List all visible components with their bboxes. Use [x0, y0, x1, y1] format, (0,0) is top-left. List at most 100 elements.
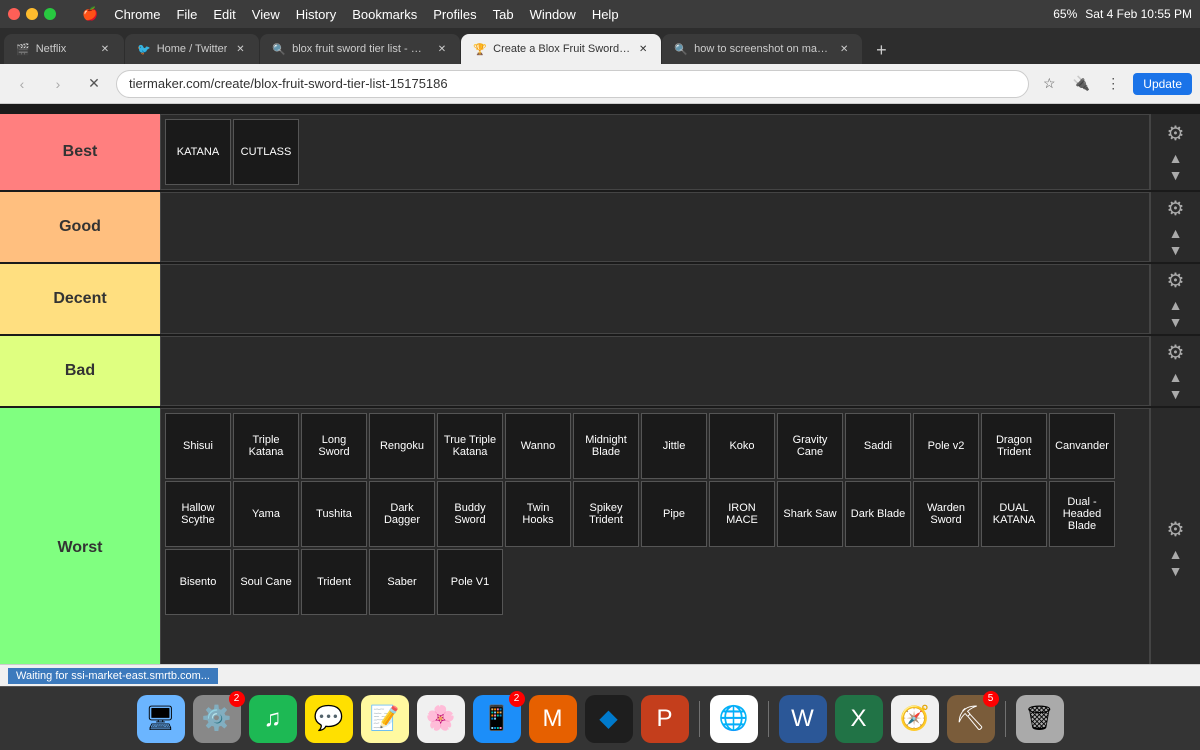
item-saber[interactable]: Saber: [369, 549, 435, 615]
tier-content-decent[interactable]: [160, 264, 1150, 334]
menu-help[interactable]: Help: [592, 7, 619, 22]
minimize-button[interactable]: [26, 8, 38, 20]
item-soul-cane[interactable]: Soul Cane: [233, 549, 299, 615]
dock-vscode[interactable]: ◆: [585, 695, 633, 743]
tab-netflix-close[interactable]: ✕: [98, 42, 112, 56]
settings-icon-best[interactable]: ⚙: [1167, 121, 1185, 146]
item-triple-katana[interactable]: Triple Katana: [233, 413, 299, 479]
menu-icon[interactable]: ⋮: [1101, 72, 1125, 96]
close-button[interactable]: [8, 8, 20, 20]
new-tab-button[interactable]: +: [867, 36, 895, 64]
item-dragon-trident[interactable]: Dragon Trident: [981, 413, 1047, 479]
dock-powerpoint[interactable]: P: [641, 695, 689, 743]
tab-netflix[interactable]: 🎬 Netflix ✕: [4, 34, 124, 64]
item-dark-blade[interactable]: Dark Blade: [845, 481, 911, 547]
forward-button[interactable]: ›: [44, 70, 72, 98]
apple-icon[interactable]: 🍎: [82, 6, 98, 22]
item-dual-katana[interactable]: DUAL KATANA: [981, 481, 1047, 547]
tab-tiermaker[interactable]: 🏆 Create a Blox Fruit Sword Tier... ✕: [461, 34, 661, 64]
settings-icon-bad[interactable]: ⚙: [1167, 340, 1185, 365]
menu-view[interactable]: View: [252, 7, 280, 22]
menu-bookmarks[interactable]: Bookmarks: [352, 7, 417, 22]
tab-screenshot[interactable]: 🔍 how to screenshot on mac - G... ✕: [662, 34, 862, 64]
maximize-button[interactable]: [44, 8, 56, 20]
down-arrow-good[interactable]: ▼: [1169, 242, 1183, 259]
item-spikey-trident[interactable]: Spikey Trident: [573, 481, 639, 547]
item-warden-sword[interactable]: Warden Sword: [913, 481, 979, 547]
menu-window[interactable]: Window: [530, 7, 576, 22]
item-midnight-blade[interactable]: Midnight Blade: [573, 413, 639, 479]
dock-excel[interactable]: X: [835, 695, 883, 743]
item-long-sword[interactable]: Long Sword: [301, 413, 367, 479]
dock-trash[interactable]: 🗑: [1016, 695, 1064, 743]
menu-file[interactable]: File: [176, 7, 197, 22]
item-rengoku[interactable]: Rengoku: [369, 413, 435, 479]
extension-icon[interactable]: 🔌: [1069, 72, 1093, 96]
settings-icon-decent[interactable]: ⚙: [1167, 268, 1185, 293]
up-arrow-best[interactable]: ▲: [1169, 150, 1183, 167]
dock-appstore[interactable]: 📱2: [473, 695, 521, 743]
item-tushita[interactable]: Tushita: [301, 481, 367, 547]
settings-icon-good[interactable]: ⚙: [1167, 196, 1185, 221]
item-gravity-cane[interactable]: Gravity Cane: [777, 413, 843, 479]
refresh-button[interactable]: ✕: [80, 70, 108, 98]
tier-content-good[interactable]: [160, 192, 1150, 262]
url-bar[interactable]: tiermaker.com/create/blox-fruit-sword-ti…: [116, 70, 1029, 98]
item-iron-mace[interactable]: IRON MACE: [709, 481, 775, 547]
menu-profiles[interactable]: Profiles: [433, 7, 476, 22]
bookmark-icon[interactable]: ☆: [1037, 72, 1061, 96]
down-arrow-bad[interactable]: ▼: [1169, 386, 1183, 403]
item-dark-dagger[interactable]: Dark Dagger: [369, 481, 435, 547]
settings-icon-worst[interactable]: ⚙: [1167, 517, 1185, 542]
up-arrow-bad[interactable]: ▲: [1169, 369, 1183, 386]
down-arrow-decent[interactable]: ▼: [1169, 314, 1183, 331]
dock-safari[interactable]: 🧭: [891, 695, 939, 743]
dock-minecraft[interactable]: ⛏5: [947, 695, 995, 743]
item-koko[interactable]: Koko: [709, 413, 775, 479]
menu-edit[interactable]: Edit: [213, 7, 235, 22]
up-arrow-good[interactable]: ▲: [1169, 225, 1183, 242]
item-pole-v1[interactable]: Pole V1: [437, 549, 503, 615]
item-canvander[interactable]: Canvander: [1049, 413, 1115, 479]
item-true-triple-katana[interactable]: True Triple Katana: [437, 413, 503, 479]
tab-google-close[interactable]: ✕: [435, 42, 448, 56]
tab-google[interactable]: 🔍 blox fruit sword tier list - Goo... ✕: [260, 34, 460, 64]
tab-tiermaker-close[interactable]: ✕: [637, 42, 649, 56]
up-arrow-decent[interactable]: ▲: [1169, 297, 1183, 314]
item-trident[interactable]: Trident: [301, 549, 367, 615]
up-arrow-worst[interactable]: ▲: [1169, 546, 1183, 563]
item-pipe[interactable]: Pipe: [641, 481, 707, 547]
update-button[interactable]: Update: [1133, 73, 1192, 95]
item-saddi[interactable]: Saddi: [845, 413, 911, 479]
item-bisento[interactable]: Bisento: [165, 549, 231, 615]
tab-twitter-close[interactable]: ✕: [233, 42, 247, 56]
dock-word[interactable]: W: [779, 695, 827, 743]
dock-matlab[interactable]: M: [529, 695, 577, 743]
dock-settings[interactable]: ⚙️2: [193, 695, 241, 743]
tier-content-worst[interactable]: ShisuiTriple KatanaLong SwordRengokuTrue…: [160, 408, 1150, 664]
dock-finder[interactable]: 🖥: [137, 695, 185, 743]
tab-twitter[interactable]: 🐦 Home / Twitter ✕: [125, 34, 259, 64]
item-yama[interactable]: Yama: [233, 481, 299, 547]
item-cutlass[interactable]: CUTLASS: [233, 119, 299, 185]
down-arrow-best[interactable]: ▼: [1169, 167, 1183, 184]
menu-tab[interactable]: Tab: [493, 7, 514, 22]
item-dual--headed-blade[interactable]: Dual -Headed Blade: [1049, 481, 1115, 547]
item-buddy-sword[interactable]: Buddy Sword: [437, 481, 503, 547]
down-arrow-worst[interactable]: ▼: [1169, 563, 1183, 580]
item-shark-saw[interactable]: Shark Saw: [777, 481, 843, 547]
dock-kakao[interactable]: 💬: [305, 695, 353, 743]
menu-chrome[interactable]: Chrome: [114, 7, 160, 22]
dock-spotify[interactable]: ♫: [249, 695, 297, 743]
item-hallow-scythe[interactable]: Hallow Scythe: [165, 481, 231, 547]
tab-screenshot-close[interactable]: ✕: [838, 42, 850, 56]
item-jittle[interactable]: Jittle: [641, 413, 707, 479]
item-shisui[interactable]: Shisui: [165, 413, 231, 479]
item-katana[interactable]: KATANA: [165, 119, 231, 185]
tier-content-bad[interactable]: [160, 336, 1150, 406]
dock-chrome[interactable]: 🌐: [710, 695, 758, 743]
back-button[interactable]: ‹: [8, 70, 36, 98]
item-pole-v2[interactable]: Pole v2: [913, 413, 979, 479]
item-twin-hooks[interactable]: Twin Hooks: [505, 481, 571, 547]
item-wanno[interactable]: Wanno: [505, 413, 571, 479]
